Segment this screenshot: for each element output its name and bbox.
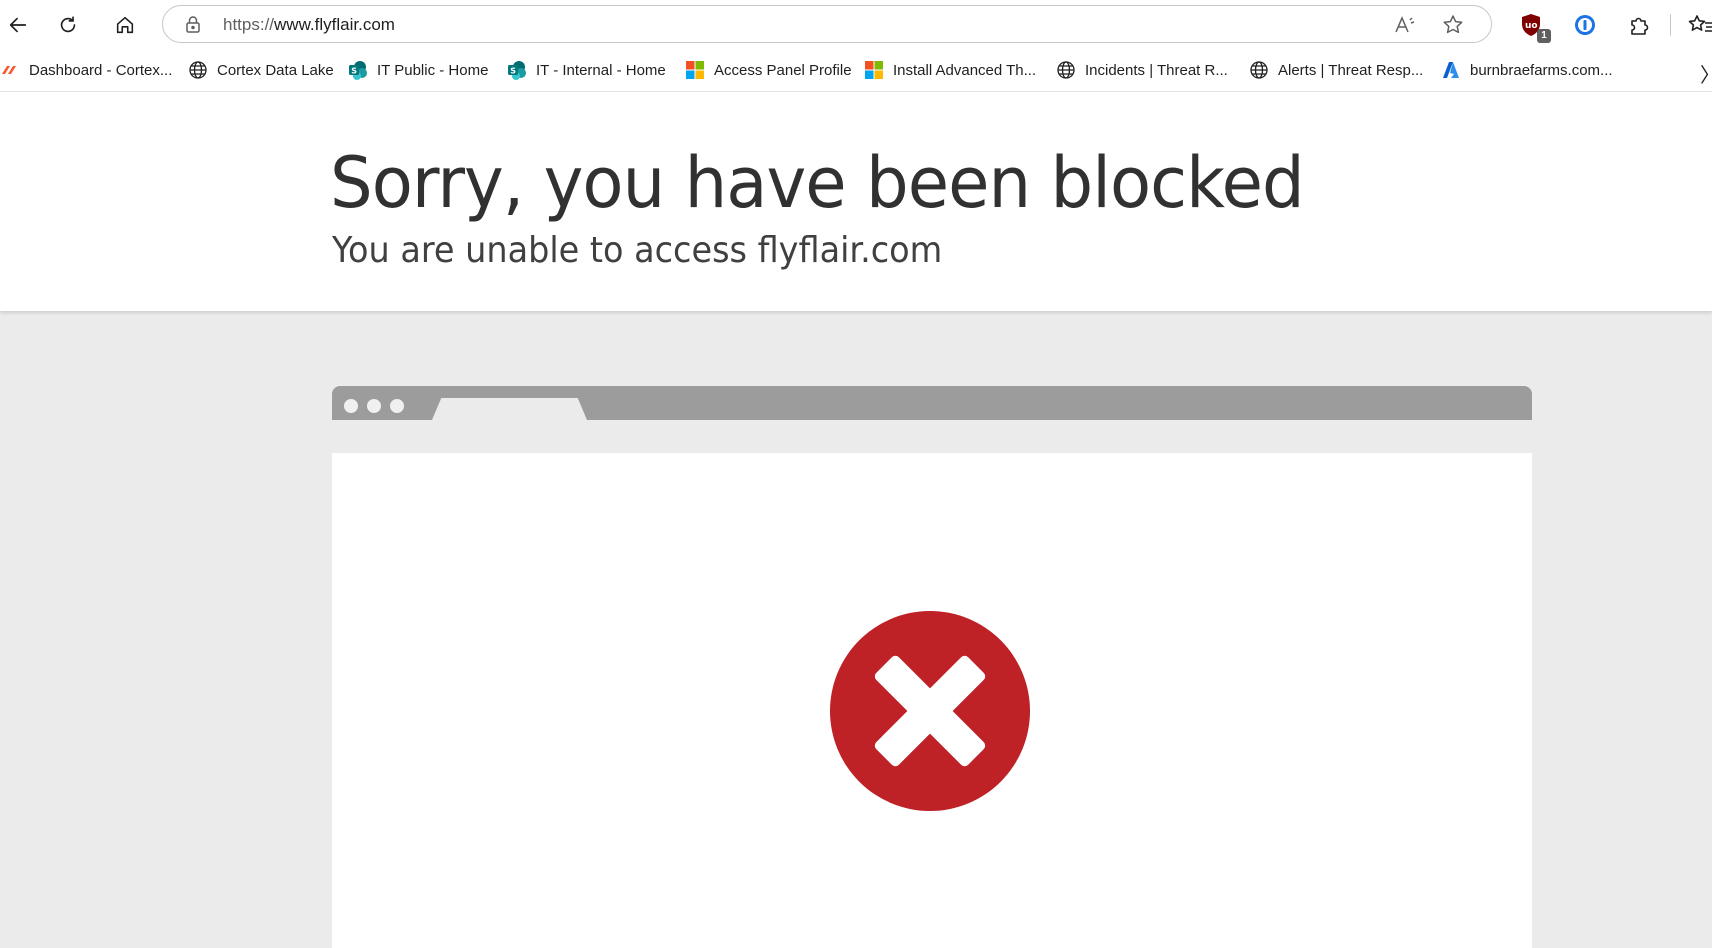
toolbar-separator (1670, 14, 1671, 36)
illustration-browser-tab (432, 398, 587, 420)
page-subtitle: You are unable to access flyflair.com (332, 230, 943, 271)
sharepoint-icon: S (508, 61, 526, 80)
puzzle-icon (1631, 17, 1649, 35)
bookmark-cortex-data-lake[interactable]: Cortex Data Lake (188, 50, 334, 90)
svg-text:S: S (510, 67, 516, 76)
bookmark-label: Access Panel Profile (714, 61, 852, 79)
password-manager-extension-button[interactable] (1571, 11, 1599, 39)
bookmark-label: burnbraefarms.com... (1470, 61, 1613, 79)
bookmark-label: IT - Internal - Home (536, 61, 666, 79)
block-header: Sorry, you have been blocked You are una… (0, 92, 1712, 311)
extensions-button[interactable] (1626, 11, 1654, 39)
ublock-extension-button[interactable]: uo 1 (1517, 11, 1551, 43)
svg-text:S: S (351, 67, 357, 76)
cortex-icon (2, 66, 16, 74)
microsoft-icon (865, 61, 883, 79)
sharepoint-icon: S (349, 61, 367, 80)
microsoft-icon (686, 61, 704, 79)
globe-icon (1057, 61, 1075, 79)
password-manager-icon (1575, 15, 1595, 35)
bookmark-label: Dashboard - Cortex... (29, 61, 173, 79)
home-button[interactable] (107, 7, 143, 43)
favorites-button[interactable] (1686, 11, 1712, 39)
window-dot (344, 399, 358, 413)
bookmark-incidents-threat[interactable]: Incidents | Threat R... (1056, 50, 1228, 90)
read-aloud-icon[interactable] (1393, 13, 1417, 37)
refresh-icon (60, 16, 76, 33)
lock-icon[interactable] (183, 14, 203, 34)
back-button[interactable] (0, 7, 36, 43)
bookmark-label: Install Advanced Th... (893, 61, 1037, 79)
bookmark-it-internal-home[interactable]: S IT - Internal - Home (507, 50, 666, 90)
browser-toolbar: https://www.flyflair.com uo 1 (0, 0, 1712, 50)
url-scheme: https:// (223, 15, 275, 34)
refresh-button[interactable] (50, 7, 86, 43)
favorite-star-icon[interactable] (1441, 13, 1465, 37)
svg-text:uo: uo (1525, 21, 1538, 31)
bookmark-label: Cortex Data Lake (217, 61, 334, 79)
back-arrow-icon (9, 17, 27, 33)
favorites-list-icon (1688, 15, 1712, 32)
bookmark-burnbraefarms[interactable]: burnbraefarms.com... (1441, 50, 1613, 90)
extension-badge: 1 (1537, 29, 1551, 43)
page-title: Sorry, you have been blocked (330, 142, 1305, 224)
bookmark-it-public-home[interactable]: S IT Public - Home (348, 50, 488, 90)
url-host: www.flyflair.com (274, 15, 395, 34)
bookmark-install-advanced[interactable]: Install Advanced Th... (864, 50, 1036, 90)
bookmark-label: Alerts | Threat Resp... (1278, 61, 1424, 79)
window-dot (367, 399, 381, 413)
azure-icon (1443, 62, 1459, 78)
bookmark-access-panel-profile[interactable]: Access Panel Profile (685, 50, 852, 90)
url-text[interactable]: https://www.flyflair.com (223, 15, 395, 35)
bookmark-dashboard-cortex[interactable]: Dashboard - Cortex... (0, 50, 172, 90)
globe-icon (189, 61, 207, 79)
bookmark-label: IT Public - Home (377, 61, 489, 79)
bookmark-alerts-threat[interactable]: Alerts | Threat Resp... (1249, 50, 1423, 90)
bookmarks-bar: Dashboard - Cortex... Cortex Data Lake S… (0, 50, 1712, 92)
bookmarks-overflow-chevron-icon[interactable]: 〉 (1700, 59, 1712, 88)
home-icon (116, 16, 134, 34)
window-dot (390, 399, 404, 413)
globe-icon (1250, 61, 1268, 79)
address-bar[interactable]: https://www.flyflair.com (162, 5, 1492, 43)
error-x-icon (830, 611, 1030, 811)
bookmark-label: Incidents | Threat R... (1085, 61, 1228, 79)
